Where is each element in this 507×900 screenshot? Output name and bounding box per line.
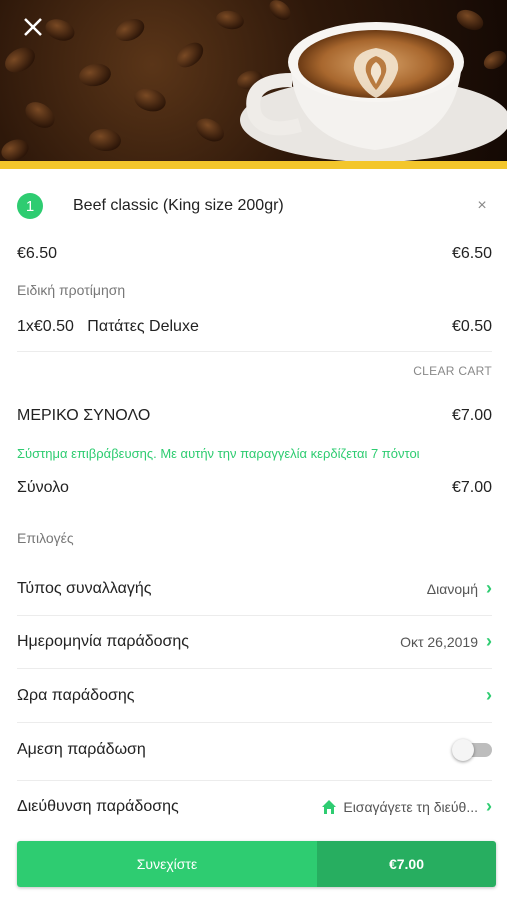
options-header-row: Επιλογές bbox=[17, 530, 492, 546]
transaction-type-value: Διανομή bbox=[426, 580, 478, 597]
preference-label: Ειδική προτίμηση bbox=[17, 282, 126, 298]
loyalty-message: Σύστημα επιβράβευσης. Με αυτήν την παραγ… bbox=[17, 446, 420, 461]
coffee-illustration bbox=[1, 0, 507, 162]
subtotal-value: €7.00 bbox=[451, 407, 492, 424]
item-price-row: €6.50 €6.50 bbox=[17, 245, 492, 263]
continue-button[interactable]: Συνεχίστε bbox=[17, 841, 317, 887]
subtotal-row: ΜΕΡΙΚΟ ΣΥΝΟΛΟ €7.00 bbox=[17, 407, 492, 425]
close-icon bbox=[24, 18, 42, 36]
divider bbox=[17, 351, 492, 352]
close-button[interactable] bbox=[22, 16, 50, 44]
remove-item-button[interactable]: × bbox=[472, 197, 492, 215]
total-value: €7.00 bbox=[451, 479, 492, 496]
header-image bbox=[0, 0, 507, 162]
extra-total: €0.50 bbox=[451, 318, 492, 335]
delivery-address-row[interactable]: Διεύθυνση παράδοσης Εισαγάγετε τη διεύθ.… bbox=[17, 796, 492, 817]
total-label: Σύνολο bbox=[17, 479, 69, 496]
immediate-delivery-label: Αμεση παράδωση bbox=[17, 741, 146, 758]
clear-cart-row: CLEAR CART bbox=[17, 364, 492, 378]
clear-cart-button[interactable]: CLEAR CART bbox=[413, 364, 492, 378]
home-icon bbox=[322, 799, 337, 814]
chevron-right-icon: › bbox=[486, 796, 492, 816]
item-unit-price: €6.50 bbox=[17, 245, 58, 262]
options-section-label: Επιλογές bbox=[17, 530, 74, 546]
close-icon: × bbox=[477, 197, 487, 214]
chevron-right-icon: › bbox=[486, 631, 492, 651]
delivery-address-label: Διεύθυνση παράδοσης bbox=[17, 797, 179, 815]
cart-sheet: 1 Beef classic (King size 200gr) × €6.50… bbox=[0, 169, 507, 900]
immediate-delivery-toggle[interactable] bbox=[452, 739, 492, 761]
divider bbox=[17, 615, 492, 616]
item-title: Beef classic (King size 200gr) bbox=[73, 197, 284, 214]
extra-name: Πατάτες Deluxe bbox=[87, 318, 199, 335]
divider bbox=[17, 668, 492, 669]
transaction-type-row[interactable]: Τύπος συναλλαγής Διανομή › bbox=[17, 578, 492, 599]
delivery-time-label: Ωρα παράδοσης bbox=[17, 686, 135, 704]
cart-item-row: 1 Beef classic (King size 200gr) × bbox=[17, 193, 492, 219]
extra-description: 1x€0.50 Πατάτες Deluxe bbox=[17, 318, 199, 336]
subtotal-label: ΜΕΡΙΚΟ ΣΥΝΟΛΟ bbox=[17, 407, 151, 424]
checkout-footer: Συνεχίστε €7.00 bbox=[0, 828, 507, 900]
header-accent-bar bbox=[0, 161, 507, 169]
item-line-price: €6.50 bbox=[451, 245, 492, 262]
divider bbox=[17, 722, 492, 723]
total-row: Σύνολο €7.00 bbox=[17, 479, 492, 497]
toggle-knob bbox=[452, 739, 474, 761]
extra-row: 1x€0.50 Πατάτες Deluxe €0.50 bbox=[17, 318, 492, 336]
extra-qty-price: 1x€0.50 bbox=[17, 318, 74, 335]
preference-label-row: Ειδική προτίμηση bbox=[17, 282, 492, 298]
chevron-right-icon: › bbox=[486, 685, 492, 705]
item-quantity-badge: 1 bbox=[17, 193, 43, 219]
delivery-time-row[interactable]: Ωρα παράδοσης › bbox=[17, 685, 492, 706]
delivery-date-row[interactable]: Ημερομηνία παράδοσης Οκτ 26,2019 › bbox=[17, 631, 492, 652]
chevron-right-icon: › bbox=[486, 578, 492, 598]
transaction-type-label: Τύπος συναλλαγής bbox=[17, 579, 152, 597]
immediate-delivery-row: Αμεση παράδωση bbox=[17, 739, 492, 761]
delivery-date-value: Οκτ 26,2019 bbox=[400, 633, 478, 650]
checkout-total-button[interactable]: €7.00 bbox=[317, 841, 496, 887]
delivery-date-label: Ημερομηνία παράδοσης bbox=[17, 632, 189, 650]
delivery-address-value: Εισαγάγετε τη διεύθ... bbox=[343, 798, 478, 815]
checkout-button-group: Συνεχίστε €7.00 bbox=[17, 841, 496, 887]
divider bbox=[17, 780, 492, 781]
